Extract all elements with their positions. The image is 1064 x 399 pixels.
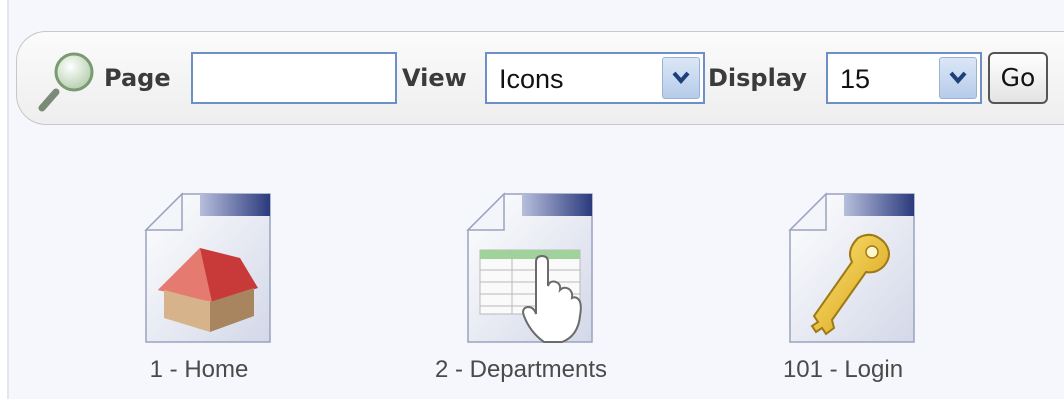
page-item-home[interactable]: 1 - Home [74,190,324,390]
chevron-down-icon [672,71,690,85]
page-item-label: 2 - Departments [434,356,608,383]
display-dropdown-button[interactable] [939,57,977,99]
login-page-icon [788,192,915,343]
display-select-value: 15 [840,64,871,94]
page-item-label: 1 - Home [149,356,249,383]
page-search-input[interactable] [191,52,397,104]
go-button[interactable]: Go [988,52,1048,104]
chevron-down-icon [949,71,967,85]
form-page-icon [466,192,593,343]
search-icon [38,52,94,112]
display-label: Display [708,64,807,92]
page-item-login[interactable]: 101 - Login [718,190,968,390]
view-select[interactable]: Icons [485,52,705,104]
home-page-icon [144,192,271,343]
display-select[interactable]: 15 [826,52,982,104]
page-item-departments[interactable]: 2 - Departments [396,190,646,390]
page-label: Page [104,64,171,92]
view-dropdown-button[interactable] [662,57,700,99]
view-select-value: Icons [499,64,564,94]
left-divider [7,0,9,399]
page-item-label: 101 - Login [782,356,904,383]
view-label: View [402,64,467,92]
